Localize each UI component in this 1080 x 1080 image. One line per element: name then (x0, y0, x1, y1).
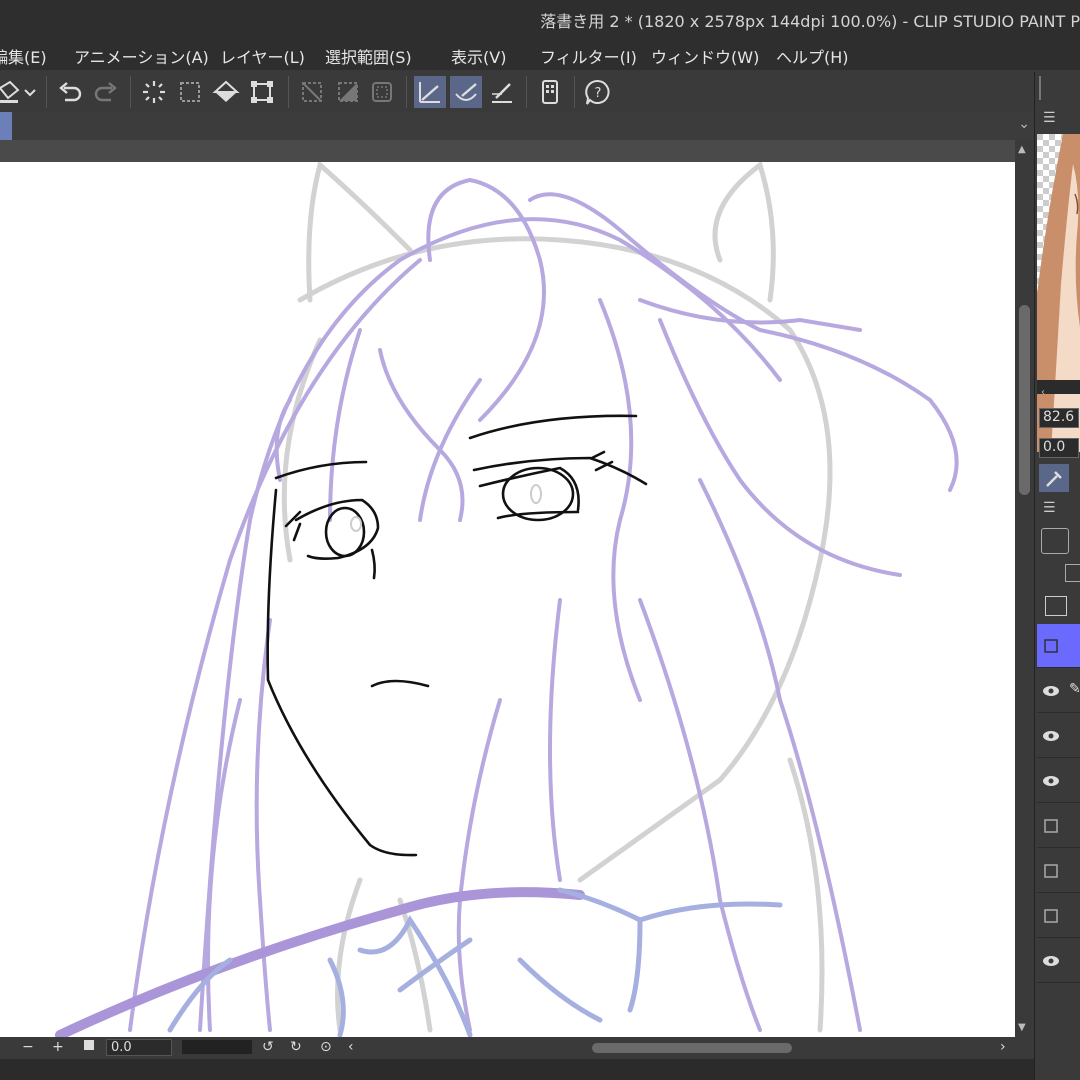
grid-snap-icon[interactable] (486, 76, 518, 108)
show-selection-icon[interactable] (366, 76, 398, 108)
title-bar: 落書き用 2 * (1820 x 2578px 144dpi 100.0%) -… (0, 0, 1080, 38)
scroll-left-icon[interactable]: ‹ (348, 1039, 354, 1055)
deselect-icon[interactable] (296, 76, 328, 108)
menu-layer[interactable]: レイヤー(L) (220, 44, 305, 68)
menu-view[interactable]: 表示(V) (451, 44, 506, 68)
layer-row[interactable] (1037, 714, 1080, 758)
sketch-drawing (55, 162, 959, 1037)
clear-icon[interactable] (138, 76, 170, 108)
rotate-left-icon[interactable]: ↺ (262, 1039, 274, 1055)
help-icon[interactable]: ? (582, 76, 614, 108)
special-ruler-snap-icon[interactable] (450, 76, 482, 108)
visibility-checkbox[interactable] (1041, 816, 1061, 836)
menu-selection[interactable]: 選択範囲(S) (325, 44, 412, 68)
rotation-field[interactable]: 0.0 (106, 1039, 172, 1056)
layer-row[interactable] (1037, 759, 1080, 803)
blend-mode-dropdown[interactable] (1041, 528, 1069, 554)
fill-bucket-icon[interactable] (210, 76, 242, 108)
layer-row[interactable] (1037, 849, 1080, 893)
pen-icon: ✎ (1069, 681, 1080, 697)
menu-filter[interactable]: フィルター(I) (540, 44, 637, 68)
canvas-status-bar: − + 0.0 ↺ ↻ ⊙ ‹ › (0, 1037, 1034, 1059)
layer-row[interactable] (1037, 804, 1080, 848)
new-layer-icon[interactable] (1045, 596, 1067, 616)
select-all-icon[interactable] (174, 76, 206, 108)
canvas-area[interactable] (0, 140, 1015, 1037)
layer-row[interactable] (1037, 894, 1080, 938)
menu-window[interactable]: ウィンドウ(W) (651, 44, 759, 68)
horizontal-scrollbar[interactable] (362, 1041, 1002, 1055)
right-panel: ☰ ‹ 82.6 0.0 ☰ ✎ (1034, 72, 1080, 1080)
visibility-checkbox[interactable] (1041, 636, 1061, 656)
vertical-scroll-thumb[interactable] (1019, 305, 1030, 495)
scroll-up-icon[interactable]: ▲ (1018, 144, 1026, 155)
menu-bar: 編集(E) アニメーション(A) レイヤー(L) 選択範囲(S) 表示(V) フ… (0, 38, 1080, 70)
menu-icon[interactable]: ☰ (1043, 110, 1056, 126)
redo-icon[interactable] (90, 76, 122, 108)
navigator-scrollbar[interactable]: ‹ (1037, 380, 1080, 398)
horizontal-scroll-thumb[interactable] (592, 1043, 792, 1053)
visibility-checkbox[interactable] (1041, 861, 1061, 881)
zoom-out-button[interactable]: − (22, 1039, 34, 1055)
eye-icon[interactable] (1041, 771, 1061, 791)
canvas[interactable] (0, 162, 1015, 1037)
zoom-field[interactable]: 82.6 (1039, 408, 1079, 428)
tab-bar: ⌄ (0, 112, 1034, 140)
dropdown-chevron-icon[interactable] (20, 76, 40, 108)
invert-selection-icon[interactable] (332, 76, 364, 108)
menu-animation[interactable]: アニメーション(A) (74, 44, 209, 68)
svg-text:?: ? (595, 86, 602, 101)
navigator-preview[interactable] (1037, 134, 1080, 452)
eye-icon[interactable] (1041, 681, 1061, 701)
zoom-in-button[interactable]: + (52, 1039, 64, 1055)
window-title: 落書き用 2 * (1820 x 2578px 144dpi 100.0%) -… (540, 12, 1080, 31)
rotation-slider[interactable] (182, 1040, 252, 1054)
angle-field[interactable]: 0.0 (1039, 438, 1079, 458)
visibility-checkbox[interactable] (1041, 906, 1061, 926)
layer-menu-icon[interactable]: ☰ (1043, 500, 1056, 516)
eye-icon[interactable] (1041, 951, 1061, 971)
layer-row[interactable] (1037, 939, 1080, 983)
panel-grip-icon[interactable] (1039, 76, 1041, 100)
chevron-down-icon[interactable]: ⌄ (1018, 116, 1030, 132)
layer-copy-icon[interactable] (1065, 564, 1080, 582)
ruler-snap-icon[interactable] (414, 76, 446, 108)
transform-icon[interactable] (246, 76, 278, 108)
scroll-right-icon[interactable]: › (1000, 1039, 1006, 1055)
menu-help[interactable]: ヘルプ(H) (776, 44, 849, 68)
smartphone-icon[interactable] (534, 76, 566, 108)
command-bar: ? (0, 72, 1034, 112)
eyedropper-icon[interactable] (1039, 464, 1069, 492)
layer-row[interactable] (1037, 624, 1080, 668)
fit-icon[interactable] (84, 1040, 94, 1050)
rotate-right-icon[interactable]: ↻ (290, 1039, 302, 1055)
eye-icon[interactable] (1041, 726, 1061, 746)
bottom-strip (0, 1059, 1080, 1080)
menu-edit[interactable]: 編集(E) (0, 44, 47, 68)
canvas-tab[interactable] (0, 112, 12, 140)
vertical-scrollbar[interactable]: ▲ ▼ (1015, 140, 1034, 1037)
layer-row[interactable]: ✎ (1037, 669, 1080, 713)
scroll-down-icon[interactable]: ▼ (1018, 1022, 1026, 1033)
undo-icon[interactable] (54, 76, 86, 108)
reset-rotation-icon[interactable]: ⊙ (320, 1039, 332, 1055)
